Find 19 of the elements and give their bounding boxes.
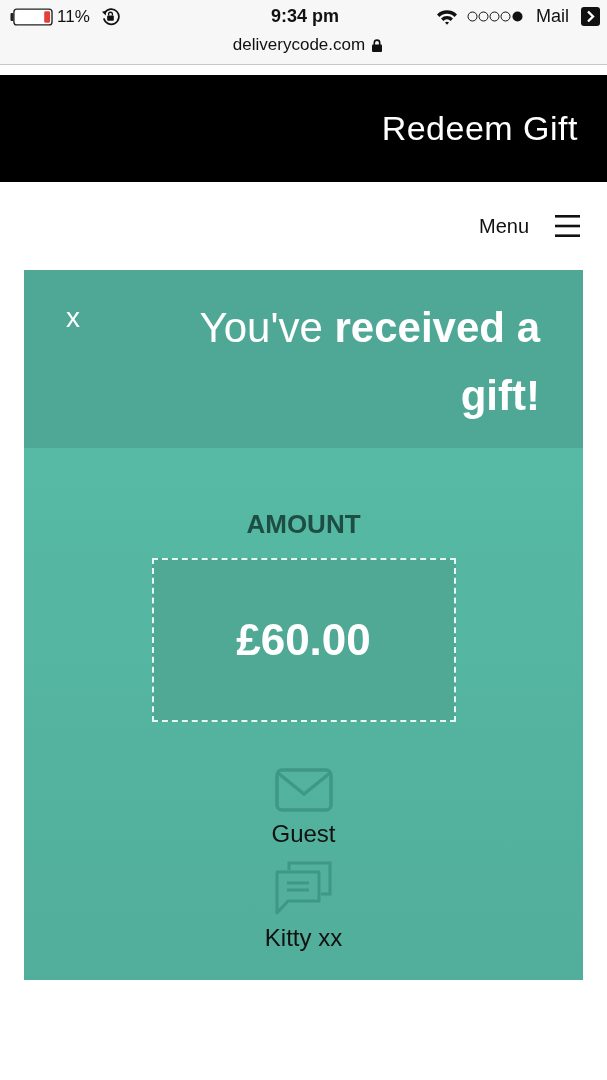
recipient-name: Guest xyxy=(271,820,336,848)
padlock-icon xyxy=(372,38,383,52)
status-time: 9:34 pm xyxy=(271,6,339,27)
signal-strength-icon xyxy=(467,11,523,22)
menu-icon xyxy=(555,215,580,237)
address-url[interactable]: deliverycode.com xyxy=(232,35,366,55)
back-to-app-link[interactable]: Mail xyxy=(536,6,569,27)
rotation-lock-icon xyxy=(100,7,120,26)
gift-title: You've received a gift! xyxy=(198,303,540,421)
menu-button[interactable]: Menu xyxy=(478,214,580,238)
amount-value: £60.00 xyxy=(236,615,371,665)
chat-bubbles-icon xyxy=(274,860,333,916)
wifi-icon xyxy=(436,8,458,25)
page-title: Redeem Gift xyxy=(381,109,578,148)
envelope-icon xyxy=(274,768,333,812)
battery-icon xyxy=(10,7,53,26)
gift-message: Kitty xx xyxy=(264,924,343,952)
battery-percentage: 11% xyxy=(57,6,90,27)
amount-label: AMOUNT xyxy=(246,509,361,539)
